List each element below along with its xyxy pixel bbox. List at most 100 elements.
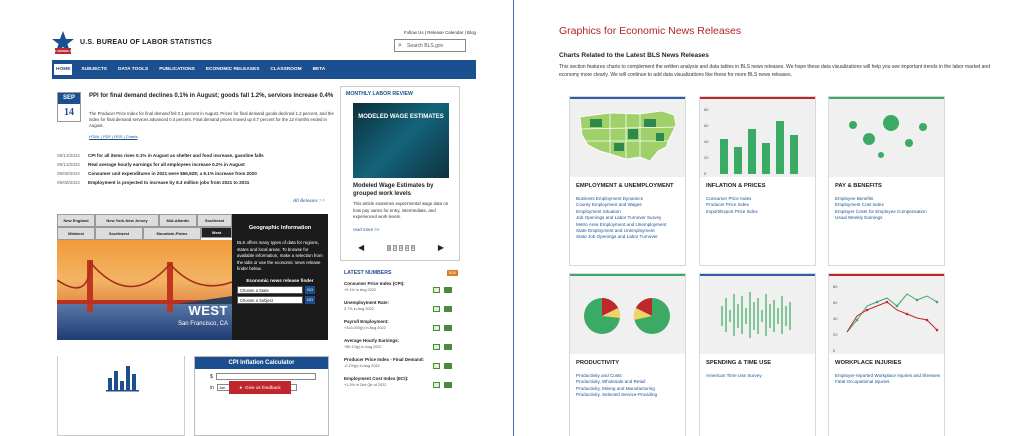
tick-label: 60 xyxy=(704,123,709,128)
monthly-labor-review-box: MONTHLY LABOR REVIEW MODELED WAGE ESTIMA… xyxy=(340,86,460,261)
mlr-description: This article examines experimental wage … xyxy=(353,201,449,219)
subject-select[interactable]: Choose a Subject xyxy=(237,295,303,304)
mlr-title[interactable]: Modeled Wage Estimates by grouped work l… xyxy=(353,182,453,198)
latest-item: Payroll Employment: +315,000(p) in Aug 20… xyxy=(340,319,460,338)
page-dot[interactable]: 5 xyxy=(410,244,415,251)
charts-promo-box[interactable] xyxy=(57,356,185,436)
chart-icon[interactable] xyxy=(433,382,440,388)
featured-title[interactable]: PPI for final demand declines 0.1% in Au… xyxy=(89,92,334,101)
latest-label[interactable]: Payroll Employment: xyxy=(344,319,460,324)
search-input[interactable]: ⌕ Search BLS.gov xyxy=(394,39,466,52)
nav-subjects[interactable]: SUBJECTS xyxy=(79,64,109,75)
latest-value: +0.1% in Aug 2022 xyxy=(344,288,376,292)
page-dot[interactable]: 1 xyxy=(387,244,392,251)
card-title: EMPLOYMENT & UNEMPLOYMENT xyxy=(576,183,674,189)
cpi-calculator-title: CPI Inflation Calculator xyxy=(195,357,328,369)
nav-home[interactable]: HOME xyxy=(54,64,73,75)
tab-west[interactable]: West xyxy=(201,227,232,238)
page-dot[interactable]: 3 xyxy=(399,244,403,251)
prev-arrow-icon[interactable]: ◀ xyxy=(358,243,364,252)
news-item[interactable]: 09/13/2022 Real average hourly earnings f… xyxy=(57,162,337,171)
news-text[interactable]: Employment is projected to increase by 8… xyxy=(88,180,249,185)
latest-label[interactable]: Employment Cost Index (ECI): xyxy=(344,376,460,381)
card-link[interactable]: Usual Weekly Earnings xyxy=(835,215,943,221)
card-thumbnail[interactable] xyxy=(570,99,685,177)
chart-icon[interactable] xyxy=(433,306,440,312)
utility-links[interactable]: Follow Us | Release Calendar | Blog xyxy=(404,30,476,35)
chart-icon[interactable] xyxy=(433,287,440,293)
news-item[interactable]: 09/13/2022 CPI for all items rises 0.1% i… xyxy=(57,153,337,162)
featured-links[interactable]: HTML | PDF | RSS | Charts xyxy=(89,134,138,139)
rss-icon[interactable]: RSS xyxy=(446,270,458,276)
page-dot[interactable]: 4 xyxy=(404,244,409,251)
table-icon[interactable] xyxy=(444,382,452,388)
nav-economic-releases[interactable]: ECONOMIC RELEASES xyxy=(204,64,262,75)
card-link[interactable]: American Time Use Survey xyxy=(706,373,814,379)
nav-beta[interactable]: BETA xyxy=(311,64,328,75)
card-link[interactable]: Import/Export Price Index xyxy=(706,209,814,215)
card-thumbnail[interactable] xyxy=(570,276,685,354)
latest-label[interactable]: Unemployment Rate: xyxy=(344,300,460,305)
tab-mountain-plains[interactable]: Mountain-Plains xyxy=(143,227,201,240)
card-title: PAY & BENEFITS xyxy=(835,183,882,189)
amount-input[interactable] xyxy=(215,373,316,380)
all-releases-link[interactable]: All Releases >> xyxy=(293,199,326,204)
page-dot[interactable]: 2 xyxy=(393,244,398,251)
mlr-header[interactable]: MONTHLY LABOR REVIEW xyxy=(341,87,459,101)
card-link[interactable]: Productivity, Selected Service-Providing xyxy=(576,392,684,398)
tab-southwest[interactable]: Southwest xyxy=(95,227,143,240)
card-thumbnail[interactable] xyxy=(700,276,815,354)
news-text[interactable]: Real average hourly earnings for all emp… xyxy=(88,162,245,167)
geo-title: Geographic Information xyxy=(248,225,312,231)
card-link[interactable]: State Job Openings and Labor Turnover xyxy=(576,234,684,240)
card-employment: EMPLOYMENT & UNEMPLOYMENT Business Emplo… xyxy=(569,96,686,266)
news-item[interactable]: 09/08/2022 Employment is projected to inc… xyxy=(57,180,337,189)
tab-new-york-new-jersey[interactable]: New York-New Jersey xyxy=(95,214,159,227)
news-text[interactable]: CPI for all items rises 0.1% in August a… xyxy=(88,153,264,158)
chart-icon[interactable] xyxy=(433,363,440,369)
region-photo-title: WEST xyxy=(188,303,228,318)
next-arrow-icon[interactable]: ▶ xyxy=(438,243,444,252)
nav-publications[interactable]: PUBLICATIONS xyxy=(157,64,197,75)
region-tabs: New England New York-New Jersey Mid-Atla… xyxy=(57,214,232,240)
search-icon: ⌕ xyxy=(398,42,402,49)
card-thumbnail[interactable] xyxy=(829,99,944,177)
feedback-button[interactable]: ● Give us feedback xyxy=(229,381,291,394)
tab-midwest[interactable]: Midwest xyxy=(57,227,95,240)
news-item[interactable]: 09/08/2022 Consumer unit expenditures in … xyxy=(57,171,337,180)
latest-label[interactable]: Producer Price Index - Final Demand: xyxy=(344,357,460,362)
bls-logo-icon[interactable] xyxy=(52,30,74,56)
chart-icon[interactable] xyxy=(433,325,440,331)
tab-southeast[interactable]: Southeast xyxy=(197,214,232,227)
chat-icon: ● xyxy=(239,385,243,390)
card-title: PRODUCTIVITY xyxy=(576,360,620,366)
tick-label: 20 xyxy=(704,155,709,160)
agency-name[interactable]: U.S. BUREAU OF LABOR STATISTICS xyxy=(80,39,212,46)
latest-item: Producer Price Index - Final Demand: -0.1… xyxy=(340,357,460,376)
news-text[interactable]: Consumer unit expenditures in 2021 were … xyxy=(88,171,257,176)
nav-classroom[interactable]: CLASSROOM xyxy=(268,64,303,75)
state-select[interactable]: Choose a State xyxy=(237,285,303,294)
chart-icon[interactable] xyxy=(433,344,440,350)
mlr-read-more[interactable]: read more >> xyxy=(353,227,379,232)
table-icon[interactable] xyxy=(444,287,452,293)
tab-mid-atlantic[interactable]: Mid-Atlantic xyxy=(159,214,197,227)
latest-numbers: LATEST NUMBERS RSS Consumer Price Index … xyxy=(340,266,460,395)
table-icon[interactable] xyxy=(444,306,452,312)
latest-item: Employment Cost Index (ECI): +1.3% in 2nd… xyxy=(340,376,460,395)
latest-label[interactable]: Average Hourly Earnings: xyxy=(344,338,460,343)
tab-new-england[interactable]: New England xyxy=(57,214,95,227)
nav-data-tools[interactable]: DATA TOOLS xyxy=(116,64,150,75)
card-thumbnail[interactable]: 80 60 40 20 0 xyxy=(700,99,815,177)
latest-label[interactable]: Consumer Price Index (CPI): xyxy=(344,281,460,286)
mlr-image[interactable]: MODELED WAGE ESTIMATES xyxy=(353,103,449,178)
table-icon[interactable] xyxy=(444,344,452,350)
subject-go-button[interactable]: GO xyxy=(305,295,315,304)
news-date: 09/08/2022 xyxy=(57,171,80,176)
card-link[interactable]: Fatal Occupational Injuries xyxy=(835,379,943,385)
feedback-label: Give us feedback xyxy=(245,385,281,390)
table-icon[interactable] xyxy=(444,363,452,369)
table-icon[interactable] xyxy=(444,325,452,331)
state-go-button[interactable]: GO xyxy=(305,285,315,294)
card-thumbnail[interactable]: 80 60 40 20 0 xyxy=(829,276,944,354)
